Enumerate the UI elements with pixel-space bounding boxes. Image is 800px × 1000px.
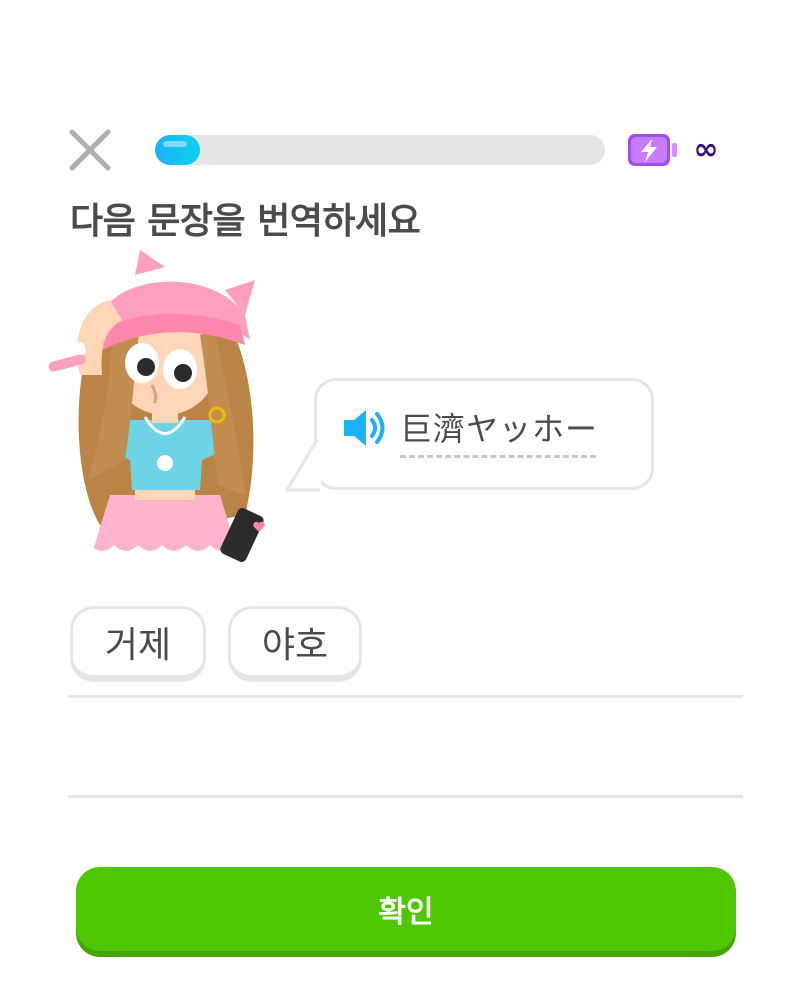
check-button[interactable]: 확인	[76, 867, 736, 951]
close-icon	[69, 129, 111, 171]
character-illustration	[48, 250, 265, 562]
answer-line	[68, 695, 743, 698]
close-button[interactable]	[66, 126, 114, 174]
word-chip[interactable]: 거제	[70, 606, 206, 682]
prompt-phrase[interactable]: 巨濟ヤッホー	[400, 404, 598, 450]
speech-bubble-tail	[285, 440, 322, 492]
progress-bar	[155, 135, 605, 165]
word-chip[interactable]: 야호	[228, 606, 362, 682]
energy-indicator[interactable]	[626, 132, 684, 168]
answer-line	[68, 795, 743, 798]
energy-value: ∞	[693, 132, 719, 167]
phrase-underline	[400, 455, 596, 458]
energy-battery-icon	[628, 134, 677, 166]
speaker-button[interactable]	[340, 406, 390, 450]
instruction-heading: 다음 문장을 번역하세요	[70, 201, 421, 242]
progress-bar-fill	[155, 135, 200, 165]
speaker-icon	[344, 410, 385, 446]
